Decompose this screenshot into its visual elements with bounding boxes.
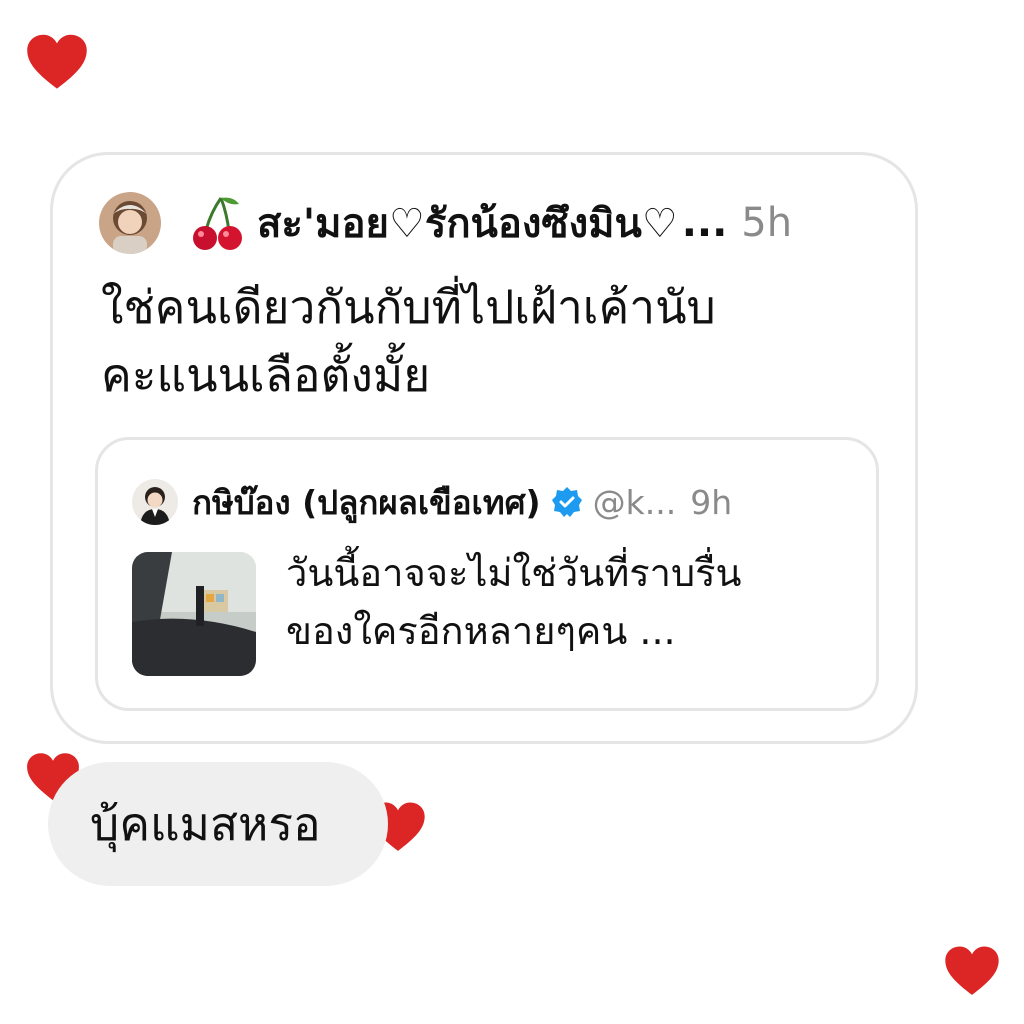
quoted-post-body: วันนี้อาจจะไม่ใช่วันที่ราบรื่น ของใครอีก…: [286, 544, 856, 660]
reply-bubble[interactable]: บุ้คแมสหรอ: [48, 762, 388, 886]
post-header: สะ'มอย♡รักน้องซึงมิน♡ ... 5h: [99, 191, 875, 255]
quoted-author-name[interactable]: กษิบ๊อง (ปลูกผลเขือเทศ): [192, 476, 541, 529]
avatar[interactable]: [132, 479, 178, 525]
cherries-icon: [191, 194, 245, 252]
post-text-line: ของใครอีกหลายๆคน ...: [286, 609, 676, 653]
quoted-post-card[interactable]: กษิบ๊อง (ปลูกผลเขือเทศ) @k... 9h วันนี้อ…: [95, 437, 879, 711]
reply-text: บุ้คแมสหรอ: [90, 796, 321, 851]
avatar[interactable]: [99, 192, 161, 254]
quoted-author-handle: @k...: [592, 482, 677, 522]
quoted-post-header: กษิบ๊อง (ปลูกผลเขือเทศ) @k... 9h: [132, 478, 846, 526]
quote-post-card[interactable]: สะ'มอย♡รักน้องซึงมิน♡ ... 5h ใช่คนเดียวก…: [50, 152, 918, 744]
author-name[interactable]: สะ'มอย♡รักน้องซึงมิน♡: [257, 191, 678, 255]
post-timestamp: 5h: [741, 200, 793, 246]
post-body: ใช่คนเดียวกันกับที่ไปเฝ้าเค้านับ คะแนนเล…: [101, 273, 861, 409]
post-text-line: ใช่คนเดียวกันกับที่ไปเฝ้าเค้านับ: [101, 280, 716, 334]
truncation-ellipsis: ...: [681, 200, 728, 246]
post-text-line: คะแนนเลือตั้งมั้ย: [101, 348, 431, 402]
verified-badge-icon: [551, 486, 583, 518]
heart-icon: [26, 34, 88, 90]
canvas: สะ'มอย♡รักน้องซึงมิน♡ ... 5h ใช่คนเดียวก…: [0, 0, 1024, 1024]
quoted-post-timestamp: 9h: [690, 482, 733, 522]
post-thumbnail[interactable]: [132, 552, 256, 676]
heart-icon: [944, 946, 1000, 996]
post-text-line: วันนี้อาจจะไม่ใช่วันที่ราบรื่น: [286, 551, 742, 595]
